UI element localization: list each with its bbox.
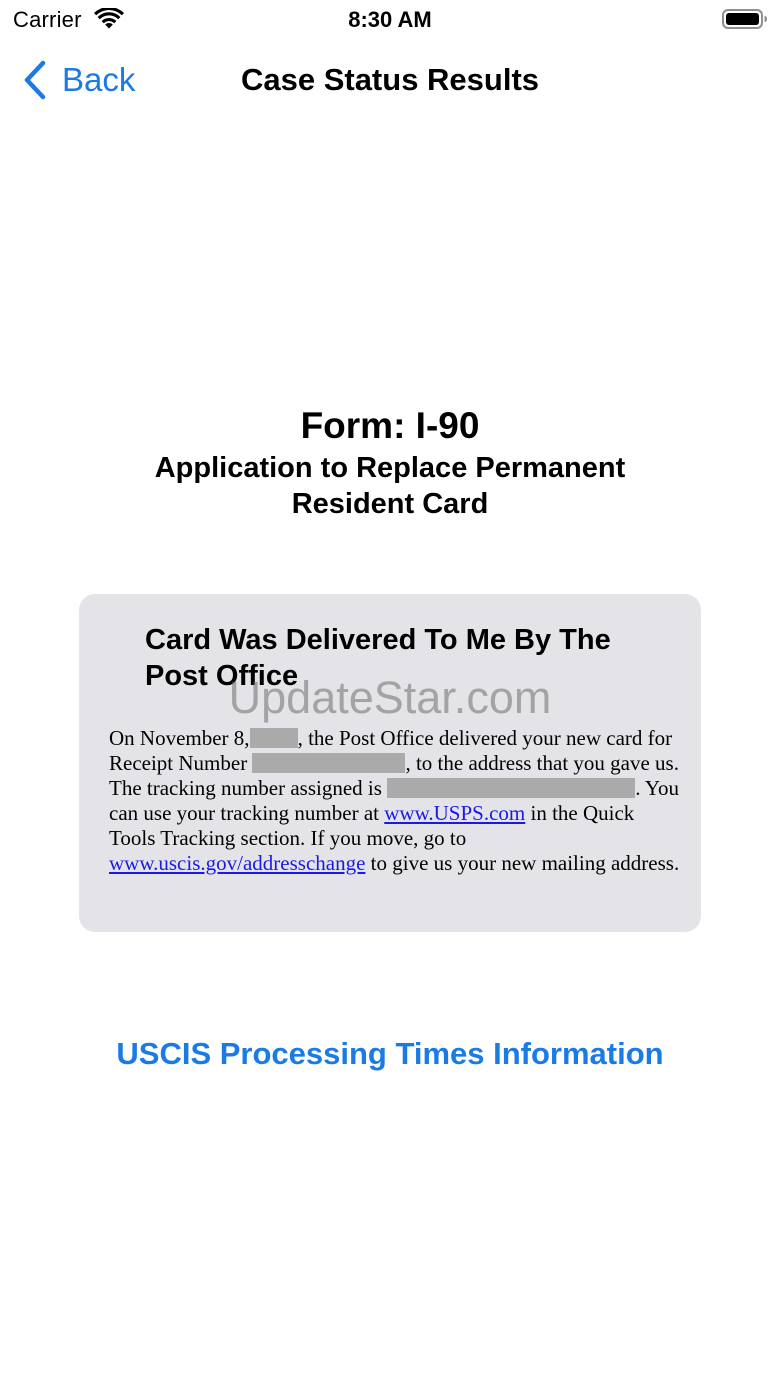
- usps-link[interactable]: www.USPS.com: [384, 801, 525, 825]
- status-description: On November 8,, the Post Office delivere…: [109, 726, 684, 876]
- redacted-receipt-number: [252, 753, 406, 773]
- form-title: Form: I-90: [300, 405, 480, 446]
- status-text: to give us your new mailing address.: [370, 851, 680, 875]
- case-status-card: Card Was Delivered To Me By The Post Off…: [79, 594, 701, 932]
- status-text: On November 8,: [109, 726, 250, 750]
- page-title: Case Status Results: [240, 62, 540, 97]
- battery-icon: [722, 9, 767, 29]
- processing-times-link[interactable]: USCIS Processing Times Information: [0, 1036, 780, 1072]
- redacted-tracking-number: [387, 778, 636, 798]
- status-bar: Carrier 8:30 AM: [0, 0, 780, 40]
- address-change-link[interactable]: www.uscis.gov/addresschange: [109, 851, 365, 875]
- status-heading: Card Was Delivered To Me By The Post Off…: [145, 624, 611, 692]
- clock: 8:30 AM: [348, 7, 432, 32]
- redacted-year: [249, 728, 298, 748]
- form-subtitle: Application to Replace Permanent Residen…: [154, 452, 626, 520]
- navigation-bar: Back Case Status Results: [0, 44, 780, 116]
